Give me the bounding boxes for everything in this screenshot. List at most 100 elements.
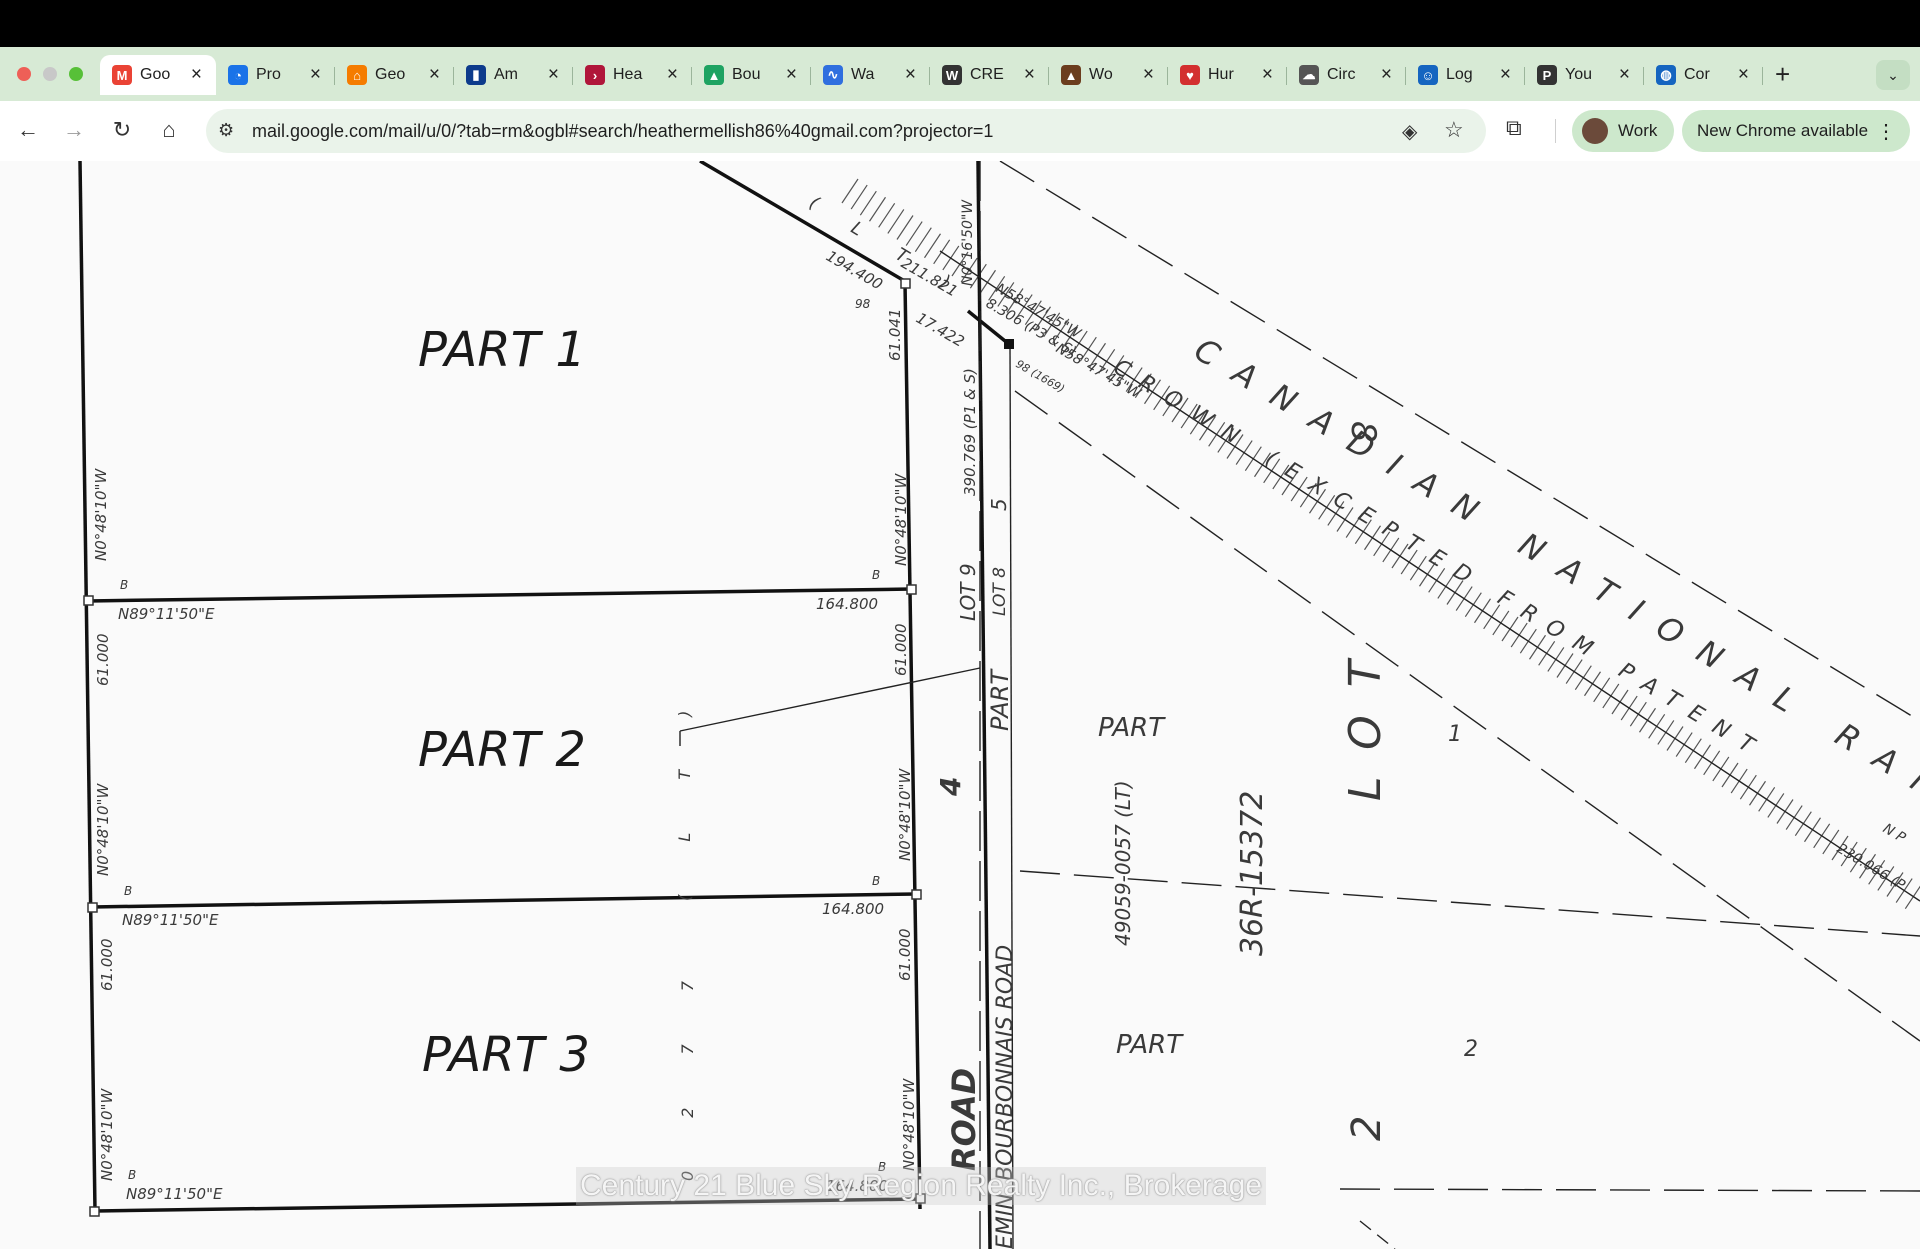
extensions-puzzle-icon[interactable]: ⧉ <box>1506 115 1522 141</box>
maximize-window-button[interactable] <box>69 67 83 81</box>
dim-label: 17.422 <box>913 309 967 351</box>
tab-3[interactable]: ⌂ Geo × <box>335 55 454 95</box>
p-logo-icon: P <box>1537 65 1557 85</box>
rail-hatch-mark <box>841 178 859 204</box>
tab-label: Pro <box>256 66 281 83</box>
forward-arrow-icon[interactable]: → <box>58 114 90 146</box>
tab-14[interactable]: ◍ Cor × <box>1644 55 1763 95</box>
bookmark-star-icon[interactable]: ☆ <box>1444 117 1464 143</box>
close-window-button[interactable] <box>17 67 31 81</box>
east-part-1-number: 1 <box>1448 722 1462 747</box>
corner-marker <box>87 902 98 913</box>
tab-5[interactable]: › Hea × <box>573 55 692 95</box>
lt-label: ( L T ) <box>675 687 694 901</box>
tab-6[interactable]: ▲ Bou × <box>692 55 811 95</box>
dim-label: N0°16'50"W <box>960 199 976 286</box>
heart-icon: ♥ <box>1180 65 1200 85</box>
update-label: New Chrome available <box>1697 121 1869 140</box>
survey-plan-drawing: PART 1 PART 2 PART 3 N0°48'10"W N0°48'10… <box>78 161 1920 1249</box>
tab-separator <box>1762 67 1763 85</box>
lower-dash <box>1339 1188 1920 1192</box>
close-tab-icon[interactable]: × <box>1262 64 1273 86</box>
toolbar-divider <box>1555 119 1556 143</box>
east-part-1-label: PART <box>1098 713 1166 743</box>
close-tab-icon[interactable]: × <box>667 64 678 86</box>
wordpress-icon: W <box>942 65 962 85</box>
tab-13[interactable]: P You × <box>1525 55 1644 95</box>
close-tab-icon[interactable]: × <box>548 64 559 86</box>
tab-11[interactable]: ☁ Circ × <box>1287 55 1406 95</box>
close-tab-icon[interactable]: × <box>1738 64 1749 86</box>
pin-label: 49059-0057 (LT) <box>1111 780 1135 946</box>
house-icon: ⌂ <box>347 65 367 85</box>
document-viewer: PART 1 PART 2 PART 3 N0°48'10"W N0°48'10… <box>0 161 1920 1249</box>
new-tab-button[interactable]: + <box>1775 59 1790 90</box>
address-bar[interactable]: ⚙ mail.google.com/mail/u/0/?tab=rm&ogbl#… <box>206 109 1486 153</box>
home-icon[interactable]: ⌂ <box>153 114 185 146</box>
close-tab-icon[interactable]: × <box>905 64 916 86</box>
tab-1[interactable]: M Goo × <box>100 55 216 95</box>
lens-icon[interactable]: ◈ <box>1402 119 1417 144</box>
reference-plan-label: 36R-15372 <box>1235 791 1270 956</box>
close-tab-icon[interactable]: × <box>1024 64 1035 86</box>
bearing-label: N0°48'10"W <box>92 468 110 561</box>
tab-10[interactable]: ♥ Hur × <box>1168 55 1287 95</box>
people-icon: ☺ <box>1418 65 1438 85</box>
gmail-icon: M <box>112 65 132 85</box>
lot-5-mark: 5 <box>987 498 1011 511</box>
tab-7[interactable]: ∿ Wa × <box>811 55 930 95</box>
more-menu-icon[interactable]: ⋮ <box>1876 119 1896 144</box>
tab-label: Am <box>494 66 518 83</box>
back-arrow-icon[interactable]: ← <box>12 114 44 146</box>
tab-2[interactable]: ◔ Pro × <box>216 55 335 95</box>
part-road-label: PART <box>986 668 1014 731</box>
mountain-icon: ▲ <box>1061 65 1081 85</box>
watermark: Century 21 Blue Sky Region Realty Inc., … <box>576 1167 1267 1205</box>
profile-label: Work <box>1618 121 1658 140</box>
minimize-window-button[interactable] <box>43 67 57 81</box>
bearing-label: N0°48'10"W <box>900 1078 918 1171</box>
rail-hatch-mark <box>859 190 877 216</box>
tab-search-chevron-icon[interactable]: ⌄ <box>1876 60 1910 90</box>
corner-dash <box>1359 1220 1396 1249</box>
close-tab-icon[interactable]: × <box>1500 64 1511 86</box>
tab-label: Cor <box>1684 66 1710 83</box>
tab-4[interactable]: ▮ Am × <box>454 55 573 95</box>
close-tab-icon[interactable]: × <box>1143 64 1154 86</box>
corner-marker <box>89 1206 100 1217</box>
close-tab-icon[interactable]: × <box>310 64 321 86</box>
b-mark: B <box>128 1168 136 1182</box>
globe-icon: ◍ <box>1656 65 1676 85</box>
close-tab-icon[interactable]: × <box>429 64 440 86</box>
tab-9[interactable]: ▲ Wo × <box>1049 55 1168 95</box>
dim-label: 98 <box>855 297 871 311</box>
close-tab-icon[interactable]: × <box>786 64 797 86</box>
east-lot-number: 2 <box>1344 1116 1390 1141</box>
chrome-update-button[interactable]: New Chrome available ⋮ <box>1682 110 1910 152</box>
b-mark: B <box>872 874 880 888</box>
part1-part2-line <box>87 587 913 603</box>
dim-label: 98 (1669) <box>1014 357 1067 395</box>
cloud-icon: ☁ <box>1299 65 1319 85</box>
tab-label: Bou <box>732 66 761 83</box>
rail-hatch-mark <box>878 203 896 228</box>
site-settings-icon[interactable]: ⚙ <box>218 120 234 141</box>
close-tab-icon[interactable]: × <box>1619 64 1630 86</box>
tab-label: CRE <box>970 66 1004 83</box>
profile-button[interactable]: Work <box>1572 110 1674 152</box>
chevron-logo-icon: › <box>585 65 605 85</box>
b-mark: B <box>120 578 128 592</box>
bars-icon: ▮ <box>466 65 486 85</box>
reload-icon[interactable]: ↻ <box>106 114 138 146</box>
rail-north-dash <box>999 161 1920 722</box>
dim-label: 194.400 <box>823 247 886 294</box>
url-text[interactable]: mail.google.com/mail/u/0/?tab=rm&ogbl#se… <box>252 121 993 142</box>
west-boundary <box>78 161 97 1212</box>
east-lot-label: LOT <box>1340 632 1391 801</box>
close-tab-icon[interactable]: × <box>191 64 202 86</box>
rail-hatch-mark <box>850 184 868 210</box>
tab-8[interactable]: W CRE × <box>930 55 1049 95</box>
close-tab-icon[interactable]: × <box>1381 64 1392 86</box>
corner-marker <box>906 584 917 595</box>
tab-12[interactable]: ☺ Log × <box>1406 55 1525 95</box>
